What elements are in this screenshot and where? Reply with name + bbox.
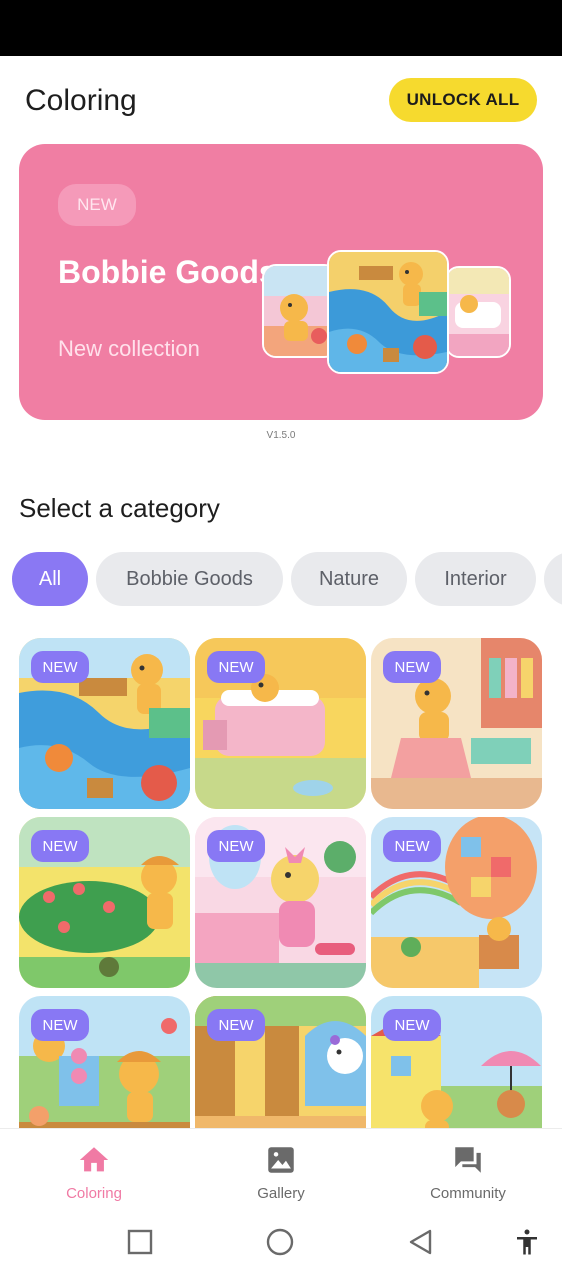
card-new-badge: NEW [31, 1009, 89, 1041]
home-button-icon[interactable] [265, 1227, 295, 1257]
card-new-badge: NEW [207, 651, 265, 683]
coloring-card-rain[interactable]: NEW [371, 996, 542, 1128]
accessibility-icon[interactable] [512, 1227, 542, 1257]
recents-button-icon[interactable] [126, 1228, 154, 1256]
card-new-badge: NEW [31, 830, 89, 862]
nav-label-community: Community [430, 1185, 506, 1202]
nav-gallery[interactable]: Gallery [211, 1129, 351, 1213]
unlock-all-button[interactable]: UNLOCK ALL [389, 78, 537, 122]
chip-interior[interactable]: Interior [415, 552, 536, 606]
banner-new-badge: NEW [58, 184, 136, 226]
category-chips: All Bobbie Goods Nature Interior [12, 552, 562, 608]
nav-coloring[interactable]: Coloring [24, 1129, 164, 1213]
card-new-badge: NEW [383, 1009, 441, 1041]
system-navigation-bar [0, 1212, 562, 1280]
coloring-card-bedroom[interactable]: NEW [371, 638, 542, 809]
card-new-badge: NEW [207, 830, 265, 862]
page-title: Coloring [25, 84, 137, 117]
nav-label-gallery: Gallery [257, 1185, 305, 1202]
chip-all[interactable]: All [12, 552, 88, 606]
home-icon [79, 1147, 109, 1172]
nav-community[interactable]: Community [398, 1129, 538, 1213]
back-button-icon[interactable] [406, 1227, 436, 1257]
coloring-card-balloon[interactable]: NEW [371, 817, 542, 988]
banner-thumbnail-center [327, 250, 449, 374]
status-bar [0, 0, 562, 56]
banner-title: Bobbie Goods [58, 254, 277, 290]
chip-more[interactable] [544, 552, 562, 606]
forum-icon [455, 1147, 481, 1173]
category-section-title: Select a category [19, 493, 220, 523]
coloring-card-pool[interactable]: NEW [19, 638, 190, 809]
chip-bobbie-goods[interactable]: Bobbie Goods [96, 552, 283, 606]
coloring-card-bathroom[interactable]: NEW [195, 638, 366, 809]
banner-subtitle: New collection [58, 336, 200, 361]
banner-thumbnail-right [445, 266, 511, 358]
card-new-badge: NEW [383, 651, 441, 683]
coloring-card-forest[interactable]: NEW [195, 996, 366, 1128]
card-new-badge: NEW [31, 651, 89, 683]
coloring-grid: NEW NEW NEW NEW NEW NEW NEW NEW NEW [19, 638, 543, 1128]
image-icon [268, 1147, 294, 1173]
bottom-navigation: Coloring Gallery Community [0, 1128, 562, 1213]
promo-banner[interactable]: NEW Bobbie Goods New collection [19, 144, 543, 420]
coloring-card-garden[interactable]: NEW [19, 817, 190, 988]
app-version: V1.5.0 [266, 430, 296, 441]
coloring-card-vanity[interactable]: NEW [195, 817, 366, 988]
nav-label-coloring: Coloring [66, 1185, 122, 1202]
coloring-card-tea-party[interactable]: NEW [19, 996, 190, 1128]
card-new-badge: NEW [207, 1009, 265, 1041]
chip-nature[interactable]: Nature [291, 552, 407, 606]
card-new-badge: NEW [383, 830, 441, 862]
